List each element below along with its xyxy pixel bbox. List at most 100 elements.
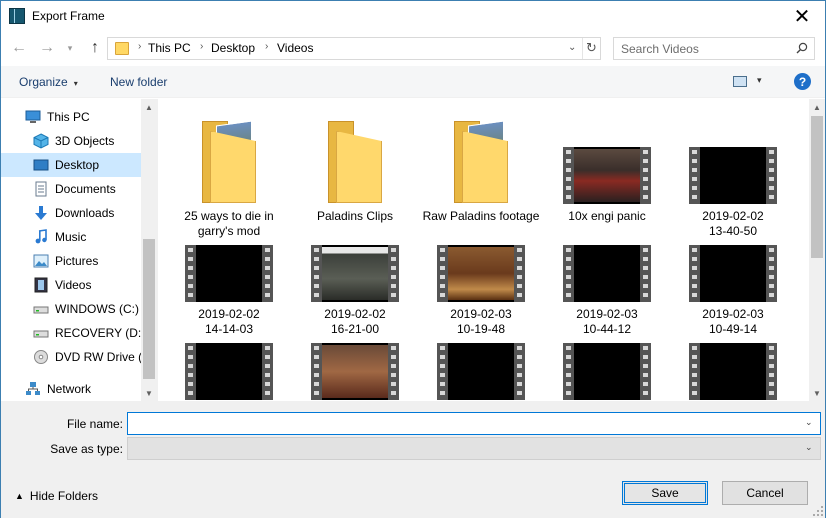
navigation-bar: ← → ▾ ↑ › This PC › Desktop › Videos ⌄ ↻…: [1, 32, 825, 66]
change-view-button[interactable]: ▾: [733, 75, 767, 89]
search-box[interactable]: Search Videos: [613, 37, 815, 60]
sidebar-item[interactable]: WINDOWS (C:): [1, 297, 141, 321]
file-name-label: File name:: [66, 417, 123, 431]
sidebar-item-label: This PC: [47, 110, 90, 124]
navigation-pane: This PC 3D Objects Desktop Documents Downloa…: [1, 99, 157, 401]
sidebar-item[interactable]: Videos: [1, 273, 141, 297]
help-button[interactable]: ?: [794, 73, 811, 90]
organize-label: Organize: [19, 75, 68, 89]
folder-icon: [115, 42, 129, 55]
close-button[interactable]: ✕: [779, 1, 825, 32]
video-file-item[interactable]: [418, 301, 544, 401]
scroll-up-icon[interactable]: ▲: [809, 99, 825, 115]
refresh-icon[interactable]: ↻: [586, 40, 597, 56]
video-thumbnail: [292, 301, 418, 401]
address-dropdown-icon[interactable]: ⌄: [568, 42, 576, 53]
sidebar-item[interactable]: Network: [1, 377, 141, 401]
app-icon: [9, 8, 25, 24]
save-button[interactable]: Save: [622, 481, 708, 505]
sidebar-item[interactable]: Downloads: [1, 201, 141, 225]
sidebar-item-label: DVD RW Drive (E: [55, 350, 141, 364]
back-button[interactable]: ←: [9, 38, 29, 58]
video-thumbnail: [418, 203, 544, 303]
dialog-footer: File name: ⌄ Save as type: ⌄ ▲ Hide Folde…: [1, 401, 825, 518]
video-thumbnail: [544, 301, 670, 401]
music-icon: [33, 229, 49, 245]
cancel-button[interactable]: Cancel: [722, 481, 808, 505]
sidebar-item[interactable]: Documents: [1, 177, 141, 201]
save-as-type-label: Save as type:: [50, 442, 123, 456]
view-icon: [733, 76, 747, 87]
search-input[interactable]: Search Videos: [621, 42, 699, 56]
vertical-scrollbar[interactable]: ▲ ▼: [809, 99, 825, 401]
forward-arrow-icon: →: [39, 39, 55, 56]
scroll-up-icon[interactable]: ▲: [141, 99, 157, 115]
chevron-down-icon: ▾: [67, 42, 73, 53]
breadcrumb-videos[interactable]: Videos: [277, 41, 313, 55]
save-as-type-select[interactable]: [127, 437, 821, 460]
video-thumbnail: [544, 203, 670, 303]
up-button[interactable]: ↑: [85, 38, 105, 58]
breadcrumb-this-pc[interactable]: This PC: [148, 41, 191, 55]
drive-icon: [33, 301, 49, 317]
chevron-down-icon[interactable]: ⌄: [805, 417, 813, 428]
scrollbar-thumb[interactable]: [143, 239, 155, 379]
folder-icon: [292, 105, 418, 205]
video-file-item[interactable]: [166, 301, 292, 401]
toolbar: Organize ▾ New folder ▾ ?: [1, 66, 825, 98]
picture-icon: [33, 253, 49, 269]
title-bar: Export Frame ✕: [1, 1, 825, 32]
cube-icon: [33, 133, 49, 149]
video-icon: [33, 277, 49, 293]
computer-icon: [25, 109, 41, 125]
new-folder-button[interactable]: New folder: [110, 75, 167, 89]
folder-icon: [166, 105, 292, 205]
sidebar-item[interactable]: Desktop: [1, 153, 141, 177]
breadcrumb-separator[interactable]: ›: [265, 41, 268, 52]
sidebar-item[interactable]: Music: [1, 225, 141, 249]
search-icon: [796, 42, 808, 54]
document-icon: [33, 181, 49, 197]
sidebar-item-label: Documents: [55, 182, 116, 196]
breadcrumb-separator[interactable]: ›: [200, 41, 203, 52]
sidebar-item-label: Music: [55, 230, 87, 244]
video-file-item[interactable]: [544, 301, 670, 401]
recent-locations-button[interactable]: ▾: [63, 38, 77, 58]
video-thumbnail: [166, 203, 292, 303]
sidebar-item-label: Desktop: [55, 158, 100, 172]
sidebar-item-label: Pictures: [55, 254, 99, 268]
video-file-item[interactable]: [670, 301, 796, 401]
sidebar-item[interactable]: 3D Objects: [1, 129, 141, 153]
address-bar[interactable]: › This PC › Desktop › Videos ⌄ ↻: [107, 37, 601, 60]
forward-button[interactable]: →: [37, 38, 57, 58]
window-title: Export Frame: [32, 9, 105, 23]
file-name-field[interactable]: [127, 412, 821, 435]
sidebar-item[interactable]: RECOVERY (D:): [1, 321, 141, 345]
back-arrow-icon: ←: [11, 39, 27, 56]
scroll-down-icon[interactable]: ▼: [141, 385, 157, 401]
sidebar-scrollbar[interactable]: ▲ ▼: [141, 99, 157, 401]
sidebar-item-label: Network: [47, 382, 92, 396]
resize-grip-icon[interactable]: [813, 506, 823, 516]
video-thumbnail: [166, 301, 292, 401]
video-file-item[interactable]: [292, 301, 418, 401]
video-thumbnail: [670, 105, 796, 205]
chevron-up-icon: ▲: [15, 491, 24, 501]
scroll-down-icon[interactable]: ▼: [809, 385, 825, 401]
file-list: 25 ways to die in garry's mod Paladins Cl…: [157, 99, 809, 401]
breadcrumb-desktop[interactable]: Desktop: [211, 41, 255, 55]
organize-button[interactable]: Organize ▾: [19, 75, 78, 89]
sidebar-item[interactable]: Pictures: [1, 249, 141, 273]
download-icon: [33, 205, 49, 221]
drive-icon: [33, 325, 49, 341]
video-thumbnail: [418, 301, 544, 401]
scrollbar-thumb[interactable]: [811, 116, 823, 258]
video-thumbnail: [670, 301, 796, 401]
hide-folders-button[interactable]: ▲ Hide Folders: [15, 489, 98, 503]
sidebar-item[interactable]: This PC: [1, 105, 141, 129]
sidebar-item[interactable]: DVD RW Drive (E: [1, 345, 141, 369]
chevron-down-icon: ▾: [757, 75, 762, 85]
sidebar-item-label: 3D Objects: [55, 134, 115, 148]
breadcrumb-separator[interactable]: ›: [138, 41, 141, 52]
chevron-down-icon[interactable]: ⌄: [805, 442, 813, 453]
